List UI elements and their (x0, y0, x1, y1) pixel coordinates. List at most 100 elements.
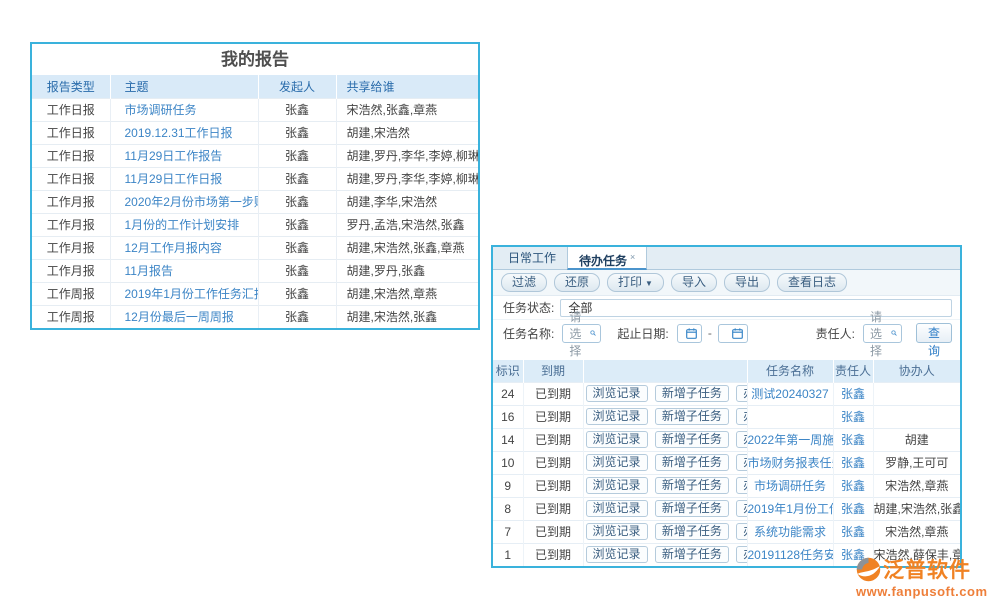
report-initiator-cell: 张鑫 (258, 259, 336, 282)
brand-website: www.fanpusoft.com (856, 584, 998, 599)
report-subject-link[interactable]: 2019.12.31工作日报 (125, 126, 233, 140)
handle-button[interactable]: 办理 (736, 431, 747, 448)
report-shared-cell: 胡建,宋浩然,章燕 (336, 282, 478, 305)
handle-button[interactable]: 办理 (736, 500, 747, 517)
handle-button[interactable]: 办理 (736, 477, 747, 494)
close-tab-icon[interactable]: × (630, 252, 635, 262)
task-id-cell: 10 (493, 451, 523, 474)
task-name-cell: 2019年1月份工作... (747, 497, 833, 520)
add-subtask-button[interactable]: 新增子任务 (655, 477, 729, 494)
report-row: 工作日报 市场调研任务 张鑫 宋浩然,张鑫,章燕 (32, 98, 478, 121)
browse-records-button[interactable]: 浏览记录 (586, 454, 648, 471)
task-collaborators-cell: 宋浩然,章燕 (873, 474, 960, 497)
task-name-link[interactable]: 市场调研任务 (754, 479, 826, 493)
task-owner-link[interactable]: 张鑫 (841, 525, 865, 539)
task-actions-cell: 浏览记录 新增子任务 办理 (583, 428, 747, 451)
report-subject-link[interactable]: 11月29日工作报告 (125, 149, 223, 163)
handle-button[interactable]: 办理 (736, 546, 747, 563)
handle-button[interactable]: 办理 (736, 454, 747, 471)
handle-button[interactable]: 办理 (736, 385, 747, 402)
column-header-shared-with: 共享给谁 (336, 75, 478, 98)
tab-daily-work[interactable]: 日常工作 (497, 247, 567, 269)
browse-records-button[interactable]: 浏览记录 (586, 385, 648, 402)
task-name-picker[interactable]: 请选择 (562, 324, 601, 343)
task-actions-cell: 浏览记录 新增子任务 办理 (583, 405, 747, 428)
search-button[interactable]: 查询 (916, 323, 952, 343)
task-owner-link[interactable]: 张鑫 (841, 433, 865, 447)
task-collaborators-cell: 宋浩然,章燕 (873, 520, 960, 543)
report-type-cell: 工作月报 (32, 213, 110, 236)
browse-records-button[interactable]: 浏览记录 (586, 431, 648, 448)
task-name-link[interactable]: 系统功能需求 (754, 525, 826, 539)
browse-records-button[interactable]: 浏览记录 (586, 408, 648, 425)
report-shared-cell: 胡建,罗丹,张鑫 (336, 259, 478, 282)
report-shared-cell: 罗丹,孟浩,宋浩然,张鑫 (336, 213, 478, 236)
task-name-link[interactable]: 2019年1月份工作... (748, 502, 834, 516)
tasks-table: 标识 到期 任务名称 责任人 协办人 24 已到期 浏览记录 新增子任务 办理 … (493, 360, 960, 566)
add-subtask-button[interactable]: 新增子任务 (655, 500, 729, 517)
report-subject-link[interactable]: 12月份最后一周周报 (125, 310, 234, 324)
tab-pending-tasks-label: 待办任务 (579, 254, 627, 268)
report-subject-link[interactable]: 2019年1月份工作任务汇报 (125, 287, 259, 301)
task-owner-link[interactable]: 张鑫 (841, 410, 865, 424)
add-subtask-button[interactable]: 新增子任务 (655, 408, 729, 425)
report-initiator-cell: 张鑫 (258, 144, 336, 167)
task-owner-link[interactable]: 张鑫 (841, 502, 865, 516)
task-owner-link[interactable]: 张鑫 (841, 387, 865, 401)
task-due-cell: 已到期 (523, 543, 583, 566)
browse-records-button[interactable]: 浏览记录 (586, 500, 648, 517)
report-subject-link[interactable]: 1月份的工作计划安排 (125, 218, 240, 232)
task-name-cell: 系统功能需求 (747, 520, 833, 543)
view-log-button[interactable]: 查看日志 (777, 273, 847, 292)
dropdown-arrow-icon: ▼ (645, 279, 653, 288)
report-subject-cell: 12月工作月报内容 (110, 236, 258, 259)
report-subject-link[interactable]: 市场调研任务 (125, 103, 197, 117)
task-owner-cell: 张鑫 (833, 382, 873, 405)
browse-records-button[interactable]: 浏览记录 (586, 546, 648, 563)
add-subtask-button[interactable]: 新增子任务 (655, 523, 729, 540)
print-button-label: 打印 (618, 275, 642, 289)
task-collaborators-cell (873, 405, 960, 428)
add-subtask-button[interactable]: 新增子任务 (655, 385, 729, 402)
handle-button[interactable]: 办理 (736, 523, 747, 540)
start-date-input[interactable] (677, 324, 702, 343)
add-subtask-button[interactable]: 新增子任务 (655, 454, 729, 471)
report-subject-cell: 2019年1月份工作任务汇报 (110, 282, 258, 305)
restore-button[interactable]: 还原 (554, 273, 600, 292)
report-subject-link[interactable]: 2020年2月份市场第一步财务报 (125, 195, 259, 209)
browse-records-button[interactable]: 浏览记录 (586, 523, 648, 540)
task-owner-cell: 张鑫 (833, 451, 873, 474)
task-name-cell: 20191128任务安排 (747, 543, 833, 566)
task-owner-link[interactable]: 张鑫 (841, 456, 865, 470)
task-name-link[interactable]: 测试20240327 (751, 387, 828, 401)
add-subtask-button[interactable]: 新增子任务 (655, 546, 729, 563)
report-subject-link[interactable]: 11月报告 (125, 264, 173, 278)
task-row: 14 已到期 浏览记录 新增子任务 办理 2022年第一周施工... 张鑫 胡建 (493, 428, 960, 451)
end-date-input[interactable] (718, 324, 748, 343)
report-subject-link[interactable]: 12月工作月报内容 (125, 241, 222, 255)
filter-button[interactable]: 过滤 (501, 273, 547, 292)
report-subject-cell: 11月29日工作日报 (110, 167, 258, 190)
my-reports-panel: 我的报告 报告类型 主题 发起人 共享给谁 工作日报 市场调研任务 张鑫 宋浩然… (30, 42, 480, 330)
owner-picker[interactable]: 请选择 (863, 324, 902, 343)
task-due-cell: 已到期 (523, 382, 583, 405)
handle-button[interactable]: 办理 (736, 408, 747, 425)
browse-records-button[interactable]: 浏览记录 (586, 477, 648, 494)
add-subtask-button[interactable]: 新增子任务 (655, 431, 729, 448)
task-name-link[interactable]: 2022年第一周施工... (748, 433, 834, 447)
task-name-link[interactable]: 市场财务报表任务 (748, 456, 834, 470)
task-status-select[interactable]: 全部 (560, 299, 952, 317)
task-owner-link[interactable]: 张鑫 (841, 479, 865, 493)
print-button[interactable]: 打印▼ (607, 273, 664, 292)
task-id-cell: 8 (493, 497, 523, 520)
task-id-cell: 7 (493, 520, 523, 543)
report-subject-cell: 11月29日工作报告 (110, 144, 258, 167)
task-owner-cell: 张鑫 (833, 405, 873, 428)
tab-pending-tasks[interactable]: 待办任务× (567, 247, 647, 270)
import-button[interactable]: 导入 (671, 273, 717, 292)
brand-watermark: 泛普软件 www.fanpusoft.com (856, 554, 998, 599)
export-button[interactable]: 导出 (724, 273, 770, 292)
search-icon (590, 327, 596, 339)
report-subject-link[interactable]: 11月29日工作日报 (125, 172, 223, 186)
task-name-link[interactable]: 20191128任务安排 (748, 548, 834, 562)
